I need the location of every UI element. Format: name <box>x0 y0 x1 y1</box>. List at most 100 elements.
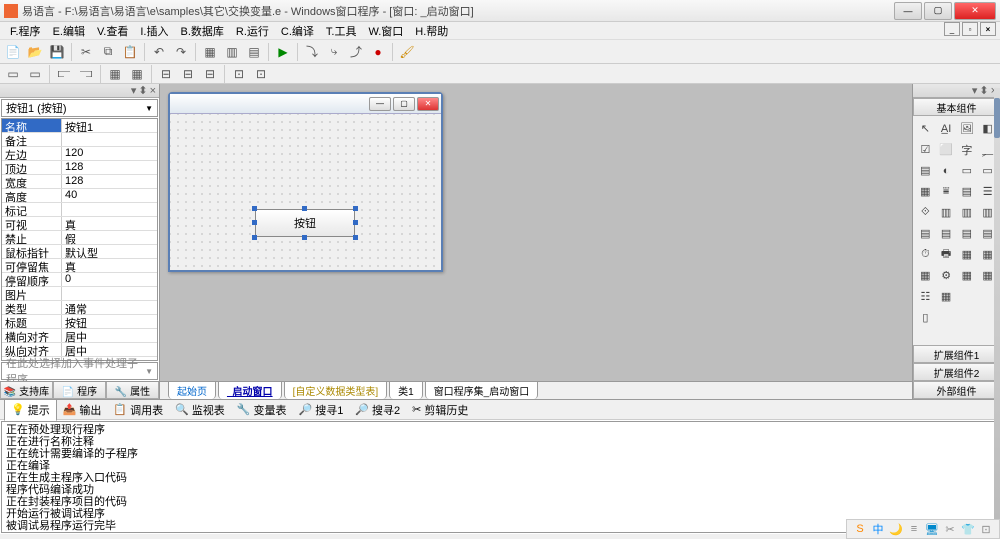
copy-icon[interactable]: ⧉ <box>98 42 118 62</box>
maximize-button[interactable]: ▢ <box>924 2 952 20</box>
form-maximize-icon[interactable]: ▢ <box>393 97 415 111</box>
property-row[interactable]: 名称按钮1 <box>2 119 157 133</box>
toolbox-item[interactable]: ▦ <box>957 265 978 286</box>
ext-components-2[interactable]: 扩展组件2 <box>913 363 1000 381</box>
output-tab[interactable]: 🔎搜寻1 <box>293 400 350 420</box>
property-value[interactable]: 通常 <box>62 301 157 314</box>
tab-property[interactable]: 🔧 属性 <box>106 382 159 399</box>
menu-help[interactable]: H.帮助 <box>409 23 454 39</box>
align11-icon[interactable]: ⊡ <box>251 64 271 84</box>
property-row[interactable]: 标题按钮 <box>2 315 157 329</box>
resize-handle[interactable] <box>353 206 358 211</box>
stepover-icon[interactable]: ⤵ <box>302 42 322 62</box>
property-value[interactable]: 按钮 <box>62 315 157 328</box>
object-selector[interactable]: 按钮1 (按钮) ▼ <box>1 99 158 117</box>
mdi-minimize[interactable]: _ <box>944 22 960 36</box>
stepin-icon[interactable]: ⤷ <box>324 42 344 62</box>
toolbox-item[interactable]: 字 <box>957 139 978 160</box>
layout2-icon[interactable]: ▥ <box>222 42 242 62</box>
output-text[interactable]: 正在预处理现行程序正在进行名称注释正在统计需要编译的子程序正在编译正在生成主程序… <box>1 421 999 533</box>
property-value[interactable]: 128 <box>62 161 157 174</box>
toolbox-item[interactable]: ⩸ <box>936 181 957 202</box>
toolbox-item[interactable]: ⏱ <box>915 244 936 265</box>
property-value[interactable]: 按钮1 <box>62 119 157 132</box>
output-tab[interactable]: ✂剪辑历史 <box>406 400 474 420</box>
form-body[interactable]: 按钮 <box>170 114 441 270</box>
property-value[interactable] <box>62 203 157 216</box>
toolbox-item[interactable] <box>936 307 957 328</box>
align9-icon[interactable]: ⊟ <box>200 64 220 84</box>
document-tab[interactable]: [自定义数据类型表] <box>284 381 388 399</box>
property-row[interactable]: 禁止假 <box>2 231 157 245</box>
output-tab[interactable]: 🔎搜寻2 <box>349 400 406 420</box>
tray-icon[interactable]: 👕 <box>961 522 975 536</box>
menu-insert[interactable]: I.插入 <box>134 23 174 39</box>
toolbox-item[interactable]: ▥ <box>936 202 957 223</box>
resize-handle[interactable] <box>252 235 257 240</box>
form-designer-window[interactable]: — ▢ ✕ 按钮 <box>168 92 443 272</box>
open-icon[interactable]: 📂 <box>25 42 45 62</box>
form-close-icon[interactable]: ✕ <box>417 97 439 111</box>
layout1-icon[interactable]: ▦ <box>200 42 220 62</box>
property-value[interactable]: 120 <box>62 147 157 160</box>
output-tab[interactable]: 📤输出 <box>57 400 108 420</box>
toolbox-item[interactable]: ⟐ <box>915 202 936 223</box>
align5-icon[interactable]: ▦ <box>105 64 125 84</box>
menu-view[interactable]: V.查看 <box>91 23 134 39</box>
toolbox-item[interactable]: ☷ <box>915 286 936 307</box>
tab-program[interactable]: 📄 程序 <box>53 382 106 399</box>
tray-icon[interactable]: ✂ <box>943 522 957 536</box>
align3-icon[interactable]: ⫍ <box>54 64 74 84</box>
scroll-thumb[interactable] <box>994 98 1000 138</box>
property-value[interactable] <box>62 133 157 146</box>
mdi-restore[interactable]: ▫ <box>962 22 978 36</box>
toolbox-item[interactable]: ▤ <box>915 160 936 181</box>
property-grid[interactable]: 名称按钮1备注左边120顶边128宽度128高度40标记可视真禁止假鼠标指针默认… <box>1 118 158 361</box>
property-row[interactable]: 备注 <box>2 133 157 147</box>
tray-icon[interactable]: ≡ <box>907 522 921 536</box>
property-row[interactable]: 高度40 <box>2 189 157 203</box>
menu-compile[interactable]: C.编译 <box>275 23 320 39</box>
toolbox-item[interactable]: ▯ <box>915 307 936 328</box>
property-value[interactable]: 40 <box>62 189 157 202</box>
toolbox-item[interactable]: ▦ <box>936 286 957 307</box>
tray-icon[interactable]: S <box>853 522 867 536</box>
toolbox-item[interactable]: ⚙ <box>936 265 957 286</box>
canvas-area[interactable]: — ▢ ✕ 按钮 起始页_启动窗口[自定义数据类型表]类1窗口程序集_启动窗口 <box>160 84 912 399</box>
resize-handle[interactable] <box>353 235 358 240</box>
align10-icon[interactable]: ⊡ <box>229 64 249 84</box>
close-button[interactable]: ✕ <box>954 2 996 20</box>
property-row[interactable]: 类型通常 <box>2 301 157 315</box>
toolbox-item[interactable]: ▤ <box>957 223 978 244</box>
toolbox-item[interactable] <box>957 307 978 328</box>
edge-scrollbar[interactable] <box>994 88 1000 519</box>
property-value[interactable]: 假 <box>62 231 157 244</box>
menu-file[interactable]: F.程序 <box>4 23 47 39</box>
property-row[interactable]: 可停留焦点真 <box>2 259 157 273</box>
property-row[interactable]: 图片 <box>2 287 157 301</box>
event-selector[interactable]: 在此处选择加入事件处理子程序 ▼ <box>1 362 158 380</box>
mdi-close[interactable]: × <box>980 22 996 36</box>
ext-components-1[interactable]: 扩展组件1 <box>913 345 1000 363</box>
menu-window[interactable]: W.窗口 <box>362 23 409 39</box>
toolbox-item[interactable]: ▥ <box>957 202 978 223</box>
menu-database[interactable]: B.数据库 <box>174 23 229 39</box>
new-icon[interactable]: 📄 <box>3 42 23 62</box>
property-row[interactable]: 横向对齐方式居中 <box>2 329 157 343</box>
align4-icon[interactable]: ⫎ <box>76 64 96 84</box>
property-row[interactable]: 顶边128 <box>2 161 157 175</box>
save-icon[interactable]: 💾 <box>47 42 67 62</box>
property-row[interactable]: 宽度128 <box>2 175 157 189</box>
toolbox-item[interactable]: ▭ <box>957 160 978 181</box>
minimize-button[interactable]: — <box>894 2 922 20</box>
toolbox-item[interactable]: ▦ <box>957 244 978 265</box>
toolbox-item[interactable]: ▤ <box>957 181 978 202</box>
breakpoint-icon[interactable]: ● <box>368 42 388 62</box>
property-row[interactable]: 左边120 <box>2 147 157 161</box>
property-value[interactable] <box>62 287 157 300</box>
property-value[interactable]: 默认型 <box>62 245 157 258</box>
run-icon[interactable]: ▶ <box>273 42 293 62</box>
menu-run[interactable]: R.运行 <box>230 23 275 39</box>
resize-handle[interactable] <box>302 235 307 240</box>
toolbox-item[interactable]: ◐ <box>936 160 957 181</box>
